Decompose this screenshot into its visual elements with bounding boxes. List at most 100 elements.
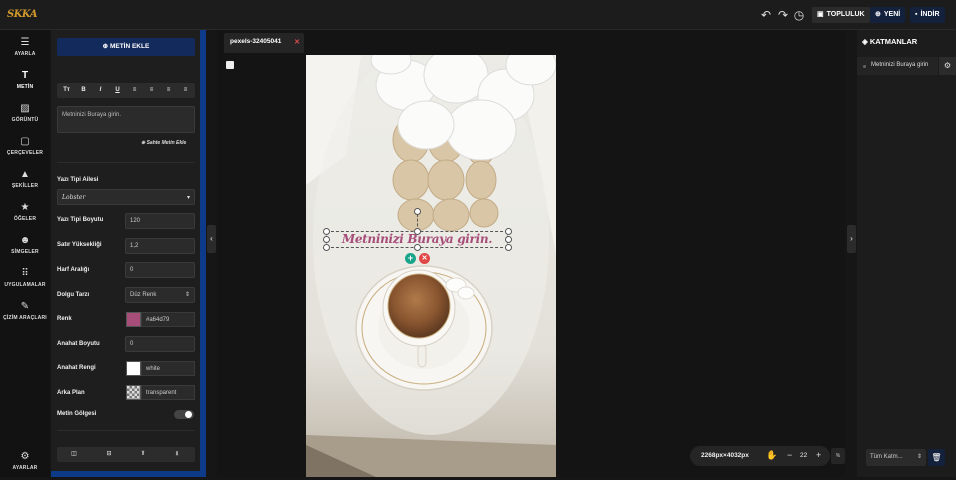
font-size-label: Yazı Tipi Boyutu bbox=[57, 217, 104, 223]
plus-circle-icon: ⊕ bbox=[102, 43, 110, 50]
canvas-text-object[interactable]: Metninizi Buraya girin. bbox=[326, 231, 508, 248]
document-tab[interactable]: pexels-32405041 ✕ bbox=[224, 33, 304, 53]
community-button[interactable]: ▣ TOPLULUK bbox=[812, 7, 870, 23]
zoom-out-button[interactable]: − bbox=[787, 450, 792, 460]
color-label: Renk bbox=[57, 316, 72, 322]
fill-style-select[interactable]: Düz Renk ⇕ bbox=[125, 287, 195, 303]
image-icon: ▨ bbox=[20, 103, 30, 114]
outline-size-input[interactable]: 0 bbox=[125, 336, 195, 352]
duplicate-plus-icon[interactable]: + bbox=[405, 253, 416, 264]
gear-icon: ⚙ bbox=[20, 451, 30, 462]
rotate-handle[interactable] bbox=[414, 208, 421, 215]
nav-adjust[interactable]: ☰ AYARLA bbox=[0, 33, 50, 66]
outline-color-swatch[interactable] bbox=[126, 361, 141, 376]
layer-settings-gear-icon[interactable]: ⚙ bbox=[939, 57, 956, 75]
shapes-icon: ▲ bbox=[20, 169, 30, 180]
align-vertical-center-icon[interactable]: ⊟ bbox=[92, 447, 126, 462]
star-icon: ★ bbox=[20, 202, 30, 213]
select-arrows-icon: ⇕ bbox=[184, 292, 190, 298]
canvas-tool-icon[interactable] bbox=[226, 61, 234, 69]
fill-style-label: Dolgu Tarzı bbox=[57, 292, 90, 298]
line-height-label: Satır Yüksekliği bbox=[57, 242, 102, 248]
layer-item[interactable]: Metninizi Buraya girin bbox=[857, 57, 938, 75]
download-button[interactable]: ▪ İNDİR bbox=[910, 7, 945, 23]
font-family-select[interactable]: Lobster ▾ bbox=[57, 189, 195, 205]
chevron-right-icon: › bbox=[850, 234, 853, 243]
italic-button[interactable]: I bbox=[92, 83, 109, 98]
text-case-button[interactable]: Tт bbox=[58, 83, 75, 98]
align-left-button[interactable]: ≡ bbox=[126, 83, 143, 98]
nav-icons[interactable]: ☻ SİMGELER bbox=[0, 231, 50, 264]
align-bottom-icon[interactable]: ⫫ bbox=[160, 447, 194, 462]
history-icon[interactable]: ◷ bbox=[792, 8, 806, 22]
font-family-label: Yazı Tipi Ailesi bbox=[57, 177, 99, 183]
nav-image[interactable]: ▨ GÖRÜNTÜ bbox=[0, 99, 50, 132]
chevron-left-icon: ‹ bbox=[210, 234, 213, 243]
underline-button[interactable]: U bbox=[109, 83, 126, 98]
close-icon[interactable]: ✕ bbox=[294, 38, 300, 46]
nav-shapes[interactable]: ▲ ŞEKİLLER bbox=[0, 165, 50, 198]
nav-text[interactable]: T METİN bbox=[0, 66, 50, 99]
color-swatch[interactable] bbox=[126, 312, 141, 327]
text-icon: T bbox=[21, 70, 29, 81]
brush-icon: ✎ bbox=[20, 301, 30, 312]
position-toolbar: ◫ ⊟ ⫪ ⫫ bbox=[57, 447, 195, 462]
select-arrows-icon: ⇕ bbox=[916, 454, 922, 460]
divider bbox=[57, 162, 195, 163]
nav-drawing-tools[interactable]: ✎ ÇİZİM ARAÇLARI bbox=[0, 297, 50, 330]
outline-color-label: Anahat Rengi bbox=[57, 365, 96, 371]
redo-icon[interactable]: ↷ bbox=[776, 8, 790, 22]
new-button[interactable]: ⊕ YENİ bbox=[870, 7, 906, 23]
delete-layer-trash-icon[interactable]: 🗑 bbox=[928, 449, 945, 466]
zoom-in-button[interactable]: + bbox=[816, 450, 821, 460]
hand-pan-icon[interactable]: ✋ bbox=[766, 450, 777, 461]
letter-spacing-input[interactable]: 0 bbox=[125, 262, 195, 278]
outline-size-label: Anahat Boyutu bbox=[57, 341, 100, 347]
expand-right-panel-button[interactable]: › bbox=[847, 225, 856, 253]
panel-scrollbar[interactable] bbox=[200, 30, 206, 477]
align-top-icon[interactable]: ⫪ bbox=[126, 447, 160, 462]
outline-color-input[interactable]: white bbox=[141, 361, 195, 376]
text-shadow-label: Metin Gölgesi bbox=[57, 411, 97, 417]
chat-icon: ▣ bbox=[817, 11, 824, 18]
canvas-photo[interactable] bbox=[306, 55, 556, 477]
plus-circle-icon: ⊕ bbox=[875, 11, 881, 18]
undo-icon[interactable]: ↶ bbox=[759, 8, 773, 22]
app-logo[interactable]: SKKA bbox=[7, 7, 37, 22]
align-horizontal-center-icon[interactable]: ◫ bbox=[57, 447, 91, 462]
curved-text-button[interactable]: ⊕ Sahte Metin Ekle bbox=[141, 140, 186, 146]
background-input[interactable]: transparent bbox=[141, 385, 195, 400]
text-input[interactable]: Metninizi Buraya girin. bbox=[57, 106, 195, 133]
nav-elements[interactable]: ★ ÖĞELER bbox=[0, 198, 50, 231]
delete-x-icon[interactable]: ✕ bbox=[419, 253, 430, 264]
line-height-input[interactable]: 1,2 bbox=[125, 238, 195, 254]
nav-frames[interactable]: ▢ ÇERÇEVELER bbox=[0, 132, 50, 165]
add-text-button[interactable]: ⊕ METİN EKLE bbox=[57, 38, 195, 56]
sliders-icon: ☰ bbox=[20, 37, 30, 48]
layers-panel bbox=[857, 30, 956, 477]
nav-settings[interactable]: ⚙ AYARLAR bbox=[0, 447, 50, 480]
letter-spacing-label: Harf Aralığı bbox=[57, 267, 90, 273]
background-swatch[interactable] bbox=[126, 385, 141, 400]
color-hex-input[interactable]: #a64d79 bbox=[141, 312, 195, 327]
save-icon: ▪ bbox=[915, 11, 918, 18]
layer-filter-select[interactable]: Tüm Katm... ⇕ bbox=[866, 449, 926, 466]
caret-down-icon: ▾ bbox=[186, 195, 190, 201]
bold-button[interactable]: B bbox=[75, 83, 92, 98]
image-dimensions: 2268px×4032px bbox=[701, 452, 749, 459]
align-center-button[interactable]: ≡ bbox=[143, 83, 160, 98]
emoji-icon: ☻ bbox=[19, 235, 31, 246]
font-size-input[interactable]: 120 bbox=[125, 213, 195, 229]
coffee-photo-image bbox=[306, 55, 556, 477]
collapse-left-panel-button[interactable]: ‹ bbox=[207, 225, 216, 253]
toggle-knob bbox=[185, 411, 192, 418]
apps-icon: ⠿ bbox=[21, 268, 29, 279]
divider bbox=[57, 430, 195, 431]
panel-bottom-scrollbar[interactable] bbox=[51, 471, 201, 477]
align-right-button[interactable]: ≡ bbox=[160, 83, 177, 98]
align-justify-button[interactable]: ≡ bbox=[177, 83, 194, 98]
nav-apps[interactable]: ⠿ UYGULAMALAR bbox=[0, 264, 50, 297]
text-shadow-toggle[interactable] bbox=[174, 410, 194, 419]
zoom-value[interactable]: 22 bbox=[800, 452, 807, 459]
layers-title: ◈ KATMANLAR bbox=[862, 37, 918, 46]
